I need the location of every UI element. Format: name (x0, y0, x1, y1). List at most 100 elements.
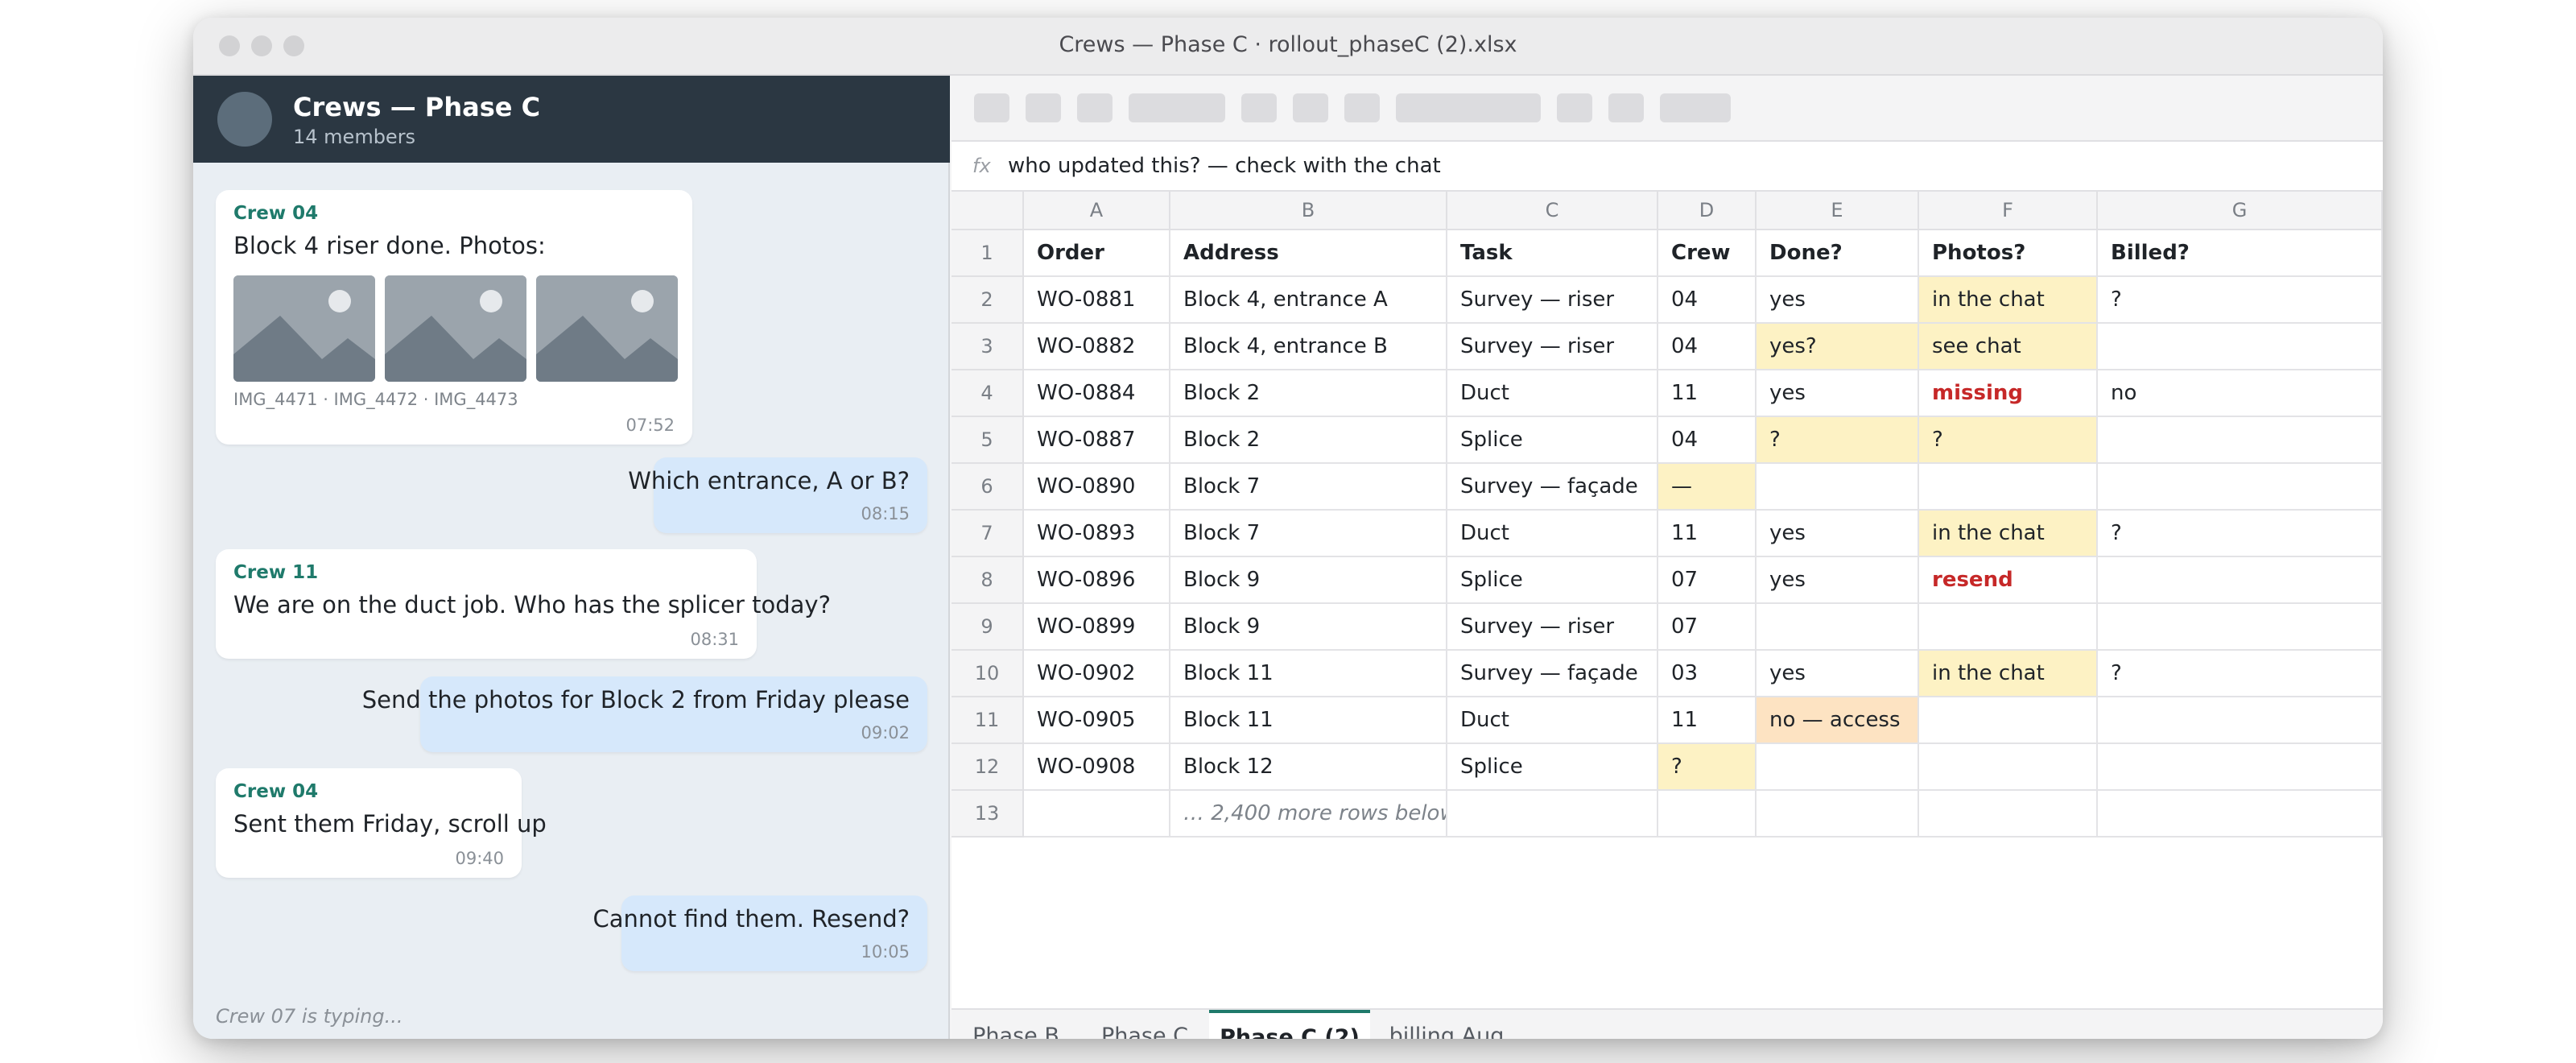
table-cell[interactable]: in the chat (1919, 651, 2098, 697)
column-header[interactable]: B (1170, 192, 1447, 230)
row-header[interactable]: 7 (952, 511, 1024, 557)
table-cell[interactable] (2098, 464, 2383, 511)
table-cell[interactable] (1024, 791, 1170, 838)
row-header[interactable]: 13 (952, 791, 1024, 838)
sheet-tab-active[interactable]: Phase C (2) (1209, 1010, 1370, 1039)
message-bubble[interactable]: Send the photos for Block 2 from Friday … (362, 676, 927, 752)
table-cell[interactable]: 07 (1658, 604, 1757, 651)
table-cell[interactable]: Block 9 (1170, 557, 1447, 604)
row-header[interactable]: 6 (952, 464, 1024, 511)
row-header[interactable]: 10 (952, 651, 1024, 697)
column-title-cell[interactable]: Crew (1658, 230, 1757, 277)
row-header[interactable]: 8 (952, 557, 1024, 604)
table-cell[interactable]: Block 4, entrance B (1170, 324, 1447, 370)
table-cell[interactable]: Duct (1447, 511, 1658, 557)
toolbar-dropdown[interactable] (1129, 93, 1225, 122)
toolbar-button[interactable] (1241, 93, 1277, 122)
sheet-tab[interactable]: Phase B (952, 1010, 1080, 1040)
column-header[interactable]: C (1447, 192, 1658, 230)
table-cell[interactable] (1658, 791, 1757, 838)
column-header[interactable]: G (2098, 192, 2383, 230)
table-cell[interactable]: Survey — façade (1447, 464, 1658, 511)
table-cell[interactable]: Survey — riser (1447, 277, 1658, 324)
photo-thumbnail[interactable] (385, 275, 526, 382)
table-cell[interactable] (1757, 604, 1919, 651)
photo-thumbnail[interactable] (233, 275, 375, 382)
table-cell[interactable] (2098, 417, 2383, 464)
table-cell[interactable]: 11 (1658, 697, 1757, 744)
toolbar-button[interactable] (1608, 93, 1644, 122)
toolbar-button[interactable] (1557, 93, 1592, 122)
table-cell[interactable] (1919, 604, 2098, 651)
table-cell[interactable]: Block 7 (1170, 511, 1447, 557)
table-cell[interactable]: 04 (1658, 324, 1757, 370)
column-header[interactable]: D (1658, 192, 1757, 230)
table-cell[interactable]: yes (1757, 651, 1919, 697)
table-cell[interactable] (2098, 791, 2383, 838)
table-cell[interactable]: yes? (1757, 324, 1919, 370)
table-cell[interactable]: Survey — riser (1447, 324, 1658, 370)
table-cell[interactable]: yes (1757, 277, 1919, 324)
table-cell[interactable]: 11 (1658, 370, 1757, 417)
column-title-cell[interactable]: Done? (1757, 230, 1919, 277)
select-all-corner[interactable] (952, 192, 1024, 230)
table-cell[interactable] (2098, 604, 2383, 651)
table-cell[interactable]: Block 12 (1170, 744, 1447, 791)
table-cell[interactable] (1919, 464, 2098, 511)
toolbar-button[interactable] (1077, 93, 1113, 122)
table-cell[interactable]: WO-0887 (1024, 417, 1170, 464)
table-cell[interactable]: Block 11 (1170, 651, 1447, 697)
table-cell[interactable]: WO-0905 (1024, 697, 1170, 744)
table-cell[interactable] (1919, 744, 2098, 791)
row-header[interactable]: 11 (952, 697, 1024, 744)
row-header[interactable]: 1 (952, 230, 1024, 277)
table-cell[interactable]: 04 (1658, 417, 1757, 464)
table-cell[interactable]: missing (1919, 370, 2098, 417)
table-cell[interactable]: WO-0899 (1024, 604, 1170, 651)
table-cell[interactable]: … 2,400 more rows below (1170, 791, 1447, 838)
row-header[interactable]: 9 (952, 604, 1024, 651)
toolbar-button[interactable] (1344, 93, 1380, 122)
row-header[interactable]: 2 (952, 277, 1024, 324)
table-cell[interactable]: 11 (1658, 511, 1757, 557)
table-cell[interactable]: ? (2098, 511, 2383, 557)
row-header[interactable]: 3 (952, 324, 1024, 370)
table-cell[interactable]: ? (1919, 417, 2098, 464)
table-cell[interactable] (2098, 324, 2383, 370)
formula-value[interactable]: who updated this? — check with the chat (1008, 154, 1441, 178)
message-bubble[interactable]: Crew 11 We are on the duct job. Who has … (216, 549, 831, 659)
table-cell[interactable]: WO-0884 (1024, 370, 1170, 417)
column-title-cell[interactable]: Order (1024, 230, 1170, 277)
table-cell[interactable]: Block 2 (1170, 417, 1447, 464)
message-bubble[interactable]: Crew 04 Block 4 riser done. Photos: IMG_… (216, 190, 692, 445)
column-header[interactable]: F (1919, 192, 2098, 230)
table-cell[interactable]: Block 2 (1170, 370, 1447, 417)
table-cell[interactable]: Survey — riser (1447, 604, 1658, 651)
row-header[interactable]: 12 (952, 744, 1024, 791)
table-cell[interactable]: Splice (1447, 557, 1658, 604)
table-cell[interactable]: ? (1658, 744, 1757, 791)
toolbar-button[interactable] (1293, 93, 1328, 122)
toolbar-button[interactable] (974, 93, 1009, 122)
table-cell[interactable]: WO-0893 (1024, 511, 1170, 557)
table-cell[interactable]: in the chat (1919, 511, 2098, 557)
table-cell[interactable]: 07 (1658, 557, 1757, 604)
table-cell[interactable] (1919, 791, 2098, 838)
table-cell[interactable] (2098, 697, 2383, 744)
message-bubble[interactable]: Cannot find them. Resend? 10:05 (593, 895, 927, 971)
table-cell[interactable]: WO-0896 (1024, 557, 1170, 604)
row-header[interactable]: 4 (952, 370, 1024, 417)
column-header[interactable]: E (1757, 192, 1919, 230)
column-title-cell[interactable]: Task (1447, 230, 1658, 277)
table-cell[interactable]: Block 4, entrance A (1170, 277, 1447, 324)
table-cell[interactable]: Splice (1447, 744, 1658, 791)
table-cell[interactable]: yes (1757, 557, 1919, 604)
toolbar-button[interactable] (1660, 93, 1731, 122)
table-cell[interactable]: Block 9 (1170, 604, 1447, 651)
table-cell[interactable]: no (2098, 370, 2383, 417)
table-cell[interactable]: see chat (1919, 324, 2098, 370)
table-cell[interactable]: Splice (1447, 417, 1658, 464)
group-avatar[interactable] (217, 92, 272, 147)
table-cell[interactable] (2098, 557, 2383, 604)
table-cell[interactable]: WO-0908 (1024, 744, 1170, 791)
